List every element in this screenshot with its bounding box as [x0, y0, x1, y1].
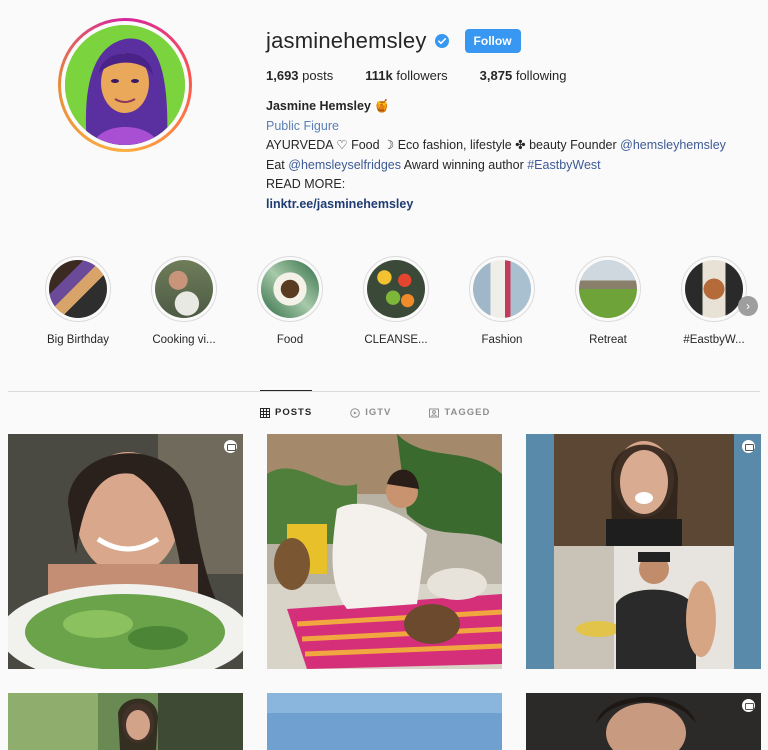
highlight-ring — [575, 256, 641, 322]
highlight-ring — [681, 256, 747, 322]
avatar[interactable] — [65, 25, 185, 145]
highlight-ring — [151, 256, 217, 322]
followers-label: followers — [396, 68, 448, 83]
highlight-label: Big Birthday — [46, 334, 109, 346]
following-count: 3,875 — [479, 68, 513, 83]
highlight-thumbnail — [49, 260, 107, 318]
tab-igtv[interactable]: IGTV — [350, 407, 391, 418]
carousel-indicator-icon — [224, 440, 237, 453]
highlight-big-birthday[interactable]: Big Birthday — [36, 256, 120, 346]
highlight-ring — [363, 256, 429, 322]
igtv-icon — [350, 407, 361, 418]
followers-count: 111k — [365, 68, 393, 83]
carousel-indicator-icon — [742, 699, 755, 712]
profile-stats: 1,693 posts 111k followers 3,875 followi… — [266, 68, 756, 83]
highlight-thumbnail — [261, 260, 319, 318]
post-thumbnail[interactable] — [8, 693, 243, 750]
highlight-label: #EastbyW... — [683, 334, 745, 346]
highlight-thumbnail — [685, 260, 743, 318]
bio-mention-hemsleyselfridges[interactable]: @hemsleyselfridges — [288, 158, 401, 172]
highlight-label: Fashion — [481, 334, 523, 346]
follow-button[interactable]: Follow — [464, 29, 521, 53]
bio-line-2: Eat @hemsleyselfridges Award winning aut… — [266, 156, 756, 176]
tagged-icon — [429, 408, 440, 417]
tab-tagged[interactable]: TAGGED — [429, 407, 490, 418]
highlight-cleanse[interactable]: CLEANSE... — [354, 256, 438, 346]
tab-label: IGTV — [365, 407, 392, 418]
post-image — [526, 434, 761, 669]
bio-link[interactable]: linktr.ee/jasminehemsley — [266, 195, 756, 215]
highlight-cooking[interactable]: Cooking vi... — [142, 256, 226, 346]
avatar-frame — [61, 21, 189, 149]
bio-line-1-text: AYURVEDA ♡ Food ☽ Eco fashion, lifestyle… — [266, 138, 621, 152]
highlights-next-chevron-icon[interactable]: › — [738, 296, 758, 316]
highlight-thumbnail — [367, 260, 425, 318]
posts-count: 1,693 — [266, 68, 299, 83]
post-image — [267, 693, 502, 750]
post-thumbnail[interactable] — [8, 434, 243, 669]
highlight-label: Cooking vi... — [152, 334, 216, 346]
grid-icon — [260, 407, 270, 418]
following-label: following — [515, 68, 567, 83]
username: jasminehemsley — [266, 28, 427, 53]
highlight-thumbnail — [155, 260, 213, 318]
following-stat[interactable]: 3,875 following — [480, 68, 567, 83]
post-thumbnail[interactable] — [526, 434, 761, 669]
carousel-indicator-icon — [742, 440, 755, 453]
highlight-ring — [257, 256, 323, 322]
bio-hashtag-eastbywest[interactable]: #EastbyWest — [527, 158, 600, 172]
highlight-fashion[interactable]: Fashion — [460, 256, 544, 346]
avatar-image — [65, 25, 185, 145]
post-image — [8, 434, 243, 669]
bio-mention-hemsleyhemsley[interactable]: @hemsleyhemsley — [620, 138, 726, 152]
tab-posts[interactable]: POSTS — [260, 407, 312, 418]
active-tab-indicator — [260, 390, 312, 391]
highlight-label: CLEANSE... — [364, 334, 428, 346]
profile-info: jasminehemsley Follow 1,693 posts 111k f… — [266, 26, 756, 214]
followers-stat[interactable]: 111k followers — [365, 68, 447, 83]
tab-label: POSTS — [275, 407, 313, 418]
post-image — [267, 434, 502, 669]
highlight-food[interactable]: Food — [248, 256, 332, 346]
post-image — [8, 693, 243, 750]
post-thumbnail[interactable] — [267, 693, 502, 750]
highlight-label: Retreat — [589, 334, 627, 346]
highlight-thumbnail — [579, 260, 637, 318]
post-image — [526, 693, 761, 750]
bio-line-2-prefix: Eat — [266, 157, 289, 172]
profile-avatar-ring[interactable] — [58, 18, 192, 152]
posts-label: posts — [302, 68, 334, 83]
highlight-thumbnail — [473, 260, 531, 318]
story-highlights: Big Birthday Cooking vi... Food CLEANSE.… — [36, 256, 760, 356]
username-row: jasminehemsley Follow — [266, 26, 756, 56]
tab-label: TAGGED — [444, 407, 491, 418]
highlight-ring — [469, 256, 535, 322]
bio-line-2-mid: Award winning author — [400, 157, 528, 172]
highlight-retreat[interactable]: Retreat — [566, 256, 650, 346]
posts-stat: 1,693 posts — [266, 68, 333, 83]
highlight-ring — [45, 256, 111, 322]
profile-bio: Jasmine Hemsley 🍯 Public Figure AYURVEDA… — [266, 97, 756, 214]
verified-badge-icon — [434, 34, 449, 48]
tabs-divider — [8, 391, 760, 392]
post-thumbnail[interactable] — [267, 434, 502, 669]
profile-tabs: POSTS IGTV TAGGED — [260, 407, 528, 418]
post-thumbnail[interactable] — [526, 693, 761, 750]
bio-line-1: AYURVEDA ♡ Food ☽ Eco fashion, lifestyle… — [266, 136, 756, 156]
highlight-label: Food — [276, 334, 304, 346]
profile-category: Public Figure — [266, 118, 339, 133]
full-name: Jasmine Hemsley 🍯 — [266, 99, 390, 113]
bio-line-3: READ MORE: — [266, 177, 346, 191]
